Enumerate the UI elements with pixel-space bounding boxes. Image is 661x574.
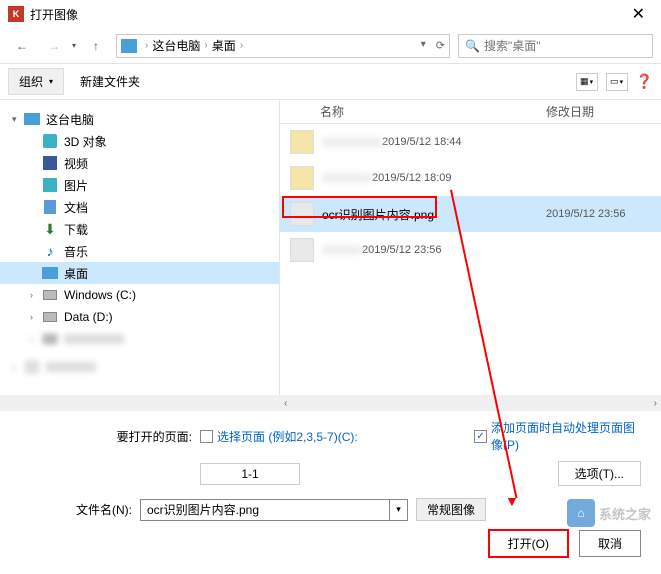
- filename-dropdown-icon[interactable]: ▾: [390, 499, 408, 521]
- drive-icon: [43, 312, 57, 322]
- pc-icon: [121, 39, 137, 53]
- new-folder-button[interactable]: 新建文件夹: [70, 69, 150, 94]
- sidebar-item-drive-c[interactable]: › Windows (C:): [0, 284, 279, 306]
- file-row[interactable]: 2019/5/12 18:09: [280, 160, 661, 196]
- sidebar: ▾ 这台电脑 3D 对象 视频 图片 文档 ⬇ 下载: [0, 100, 280, 395]
- nav-up[interactable]: ↑: [84, 34, 108, 58]
- sidebar-item-downloads[interactable]: ⬇ 下载: [0, 218, 279, 240]
- file-row[interactable]: ocr识别图片内容.png 2019/5/12 23:56: [280, 196, 661, 232]
- close-button[interactable]: ✕: [624, 4, 653, 24]
- pages-label: 要打开的页面:: [20, 428, 200, 445]
- window-title: 打开图像: [30, 6, 624, 23]
- file-row[interactable]: 2019/5/12 18:44: [280, 124, 661, 160]
- pc-icon: [24, 113, 40, 125]
- auto-process-label[interactable]: 添加页面时自动处理页面图像(P): [491, 419, 641, 453]
- select-pages-link[interactable]: 选择页面 (例如2,3,5-7)(C):: [217, 428, 358, 445]
- sidebar-item-blurred[interactable]: ›: [0, 356, 279, 378]
- scroll-right-icon[interactable]: ›: [654, 398, 657, 409]
- filetype-button[interactable]: 常规图像: [416, 498, 486, 521]
- search-input[interactable]: [484, 39, 646, 53]
- open-button[interactable]: 打开(O): [488, 529, 569, 558]
- chevron-right-icon: ›: [240, 40, 243, 51]
- column-header-date[interactable]: 修改日期: [546, 103, 661, 120]
- nav-back[interactable]: ←: [8, 32, 36, 60]
- filename-input[interactable]: [140, 499, 390, 521]
- document-icon: [44, 200, 56, 214]
- breadcrumb-segment[interactable]: 这台电脑: [152, 37, 200, 54]
- chevron-down-icon: ▾: [49, 77, 53, 86]
- chevron-right-icon: ›: [145, 40, 148, 51]
- folder-icon: [290, 166, 314, 190]
- scroll-left-icon[interactable]: ‹: [284, 398, 287, 409]
- sidebar-item-pictures[interactable]: 图片: [0, 174, 279, 196]
- folder-icon: [290, 130, 314, 154]
- chevron-right-icon: ›: [204, 40, 207, 51]
- sidebar-item-this-pc[interactable]: ▾ 这台电脑: [0, 108, 279, 130]
- column-header-name[interactable]: 名称: [280, 103, 546, 120]
- select-pages-checkbox[interactable]: [200, 430, 213, 443]
- help-icon[interactable]: ❓: [636, 73, 653, 90]
- music-icon: ♪: [42, 243, 58, 259]
- breadcrumb-segment[interactable]: 桌面: [212, 37, 236, 54]
- sidebar-item-documents[interactable]: 文档: [0, 196, 279, 218]
- download-icon: ⬇: [42, 221, 58, 237]
- sidebar-item-3d[interactable]: 3D 对象: [0, 130, 279, 152]
- sidebar-item-music[interactable]: ♪ 音乐: [0, 240, 279, 262]
- nav-history-dropdown[interactable]: ▾: [72, 41, 76, 50]
- sidebar-item-videos[interactable]: 视频: [0, 152, 279, 174]
- watermark: ⌂ 系统之家: [567, 499, 651, 527]
- options-button[interactable]: 选项(T)...: [558, 461, 641, 486]
- filename-label: 文件名(N):: [20, 501, 140, 518]
- sidebar-item-blurred[interactable]: ›: [0, 328, 279, 350]
- annotation-arrowhead: ▼: [505, 493, 519, 509]
- sidebar-item-desktop[interactable]: 桌面: [0, 262, 279, 284]
- file-row[interactable]: 2019/5/12 23:56: [280, 232, 661, 268]
- drive-icon: [43, 290, 57, 300]
- image-icon: [290, 202, 314, 226]
- auto-process-checkbox[interactable]: [474, 430, 487, 443]
- picture-icon: [43, 178, 57, 192]
- breadcrumb[interactable]: › 这台电脑 › 桌面 › ▾ ⟳: [116, 34, 450, 58]
- search-icon: 🔍: [465, 39, 480, 53]
- 3d-icon: [43, 134, 57, 148]
- desktop-icon: [42, 267, 58, 279]
- chevron-down-icon[interactable]: ▾: [421, 39, 426, 52]
- nav-forward[interactable]: →: [40, 32, 68, 60]
- search-box[interactable]: 🔍: [458, 34, 653, 58]
- image-icon: [290, 238, 314, 262]
- page-range-input[interactable]: [200, 463, 300, 485]
- file-list: 名称 修改日期 2019/5/12 18:44 2019/5/12 18:09 …: [280, 100, 661, 395]
- preview-pane-button[interactable]: ▭ ▾: [606, 73, 628, 91]
- caret-right-icon[interactable]: ›: [30, 290, 42, 300]
- organize-button[interactable]: 组织 ▾: [8, 68, 64, 95]
- refresh-icon[interactable]: ⟳: [436, 39, 445, 52]
- view-mode-button[interactable]: ▦ ▾: [576, 73, 598, 91]
- caret-right-icon[interactable]: ›: [30, 312, 42, 322]
- cancel-button[interactable]: 取消: [579, 530, 641, 557]
- caret-down-icon[interactable]: ▾: [12, 114, 24, 125]
- video-icon: [43, 156, 57, 170]
- sidebar-item-drive-d[interactable]: › Data (D:): [0, 306, 279, 328]
- watermark-icon: ⌂: [567, 499, 595, 527]
- app-icon: K: [8, 6, 24, 22]
